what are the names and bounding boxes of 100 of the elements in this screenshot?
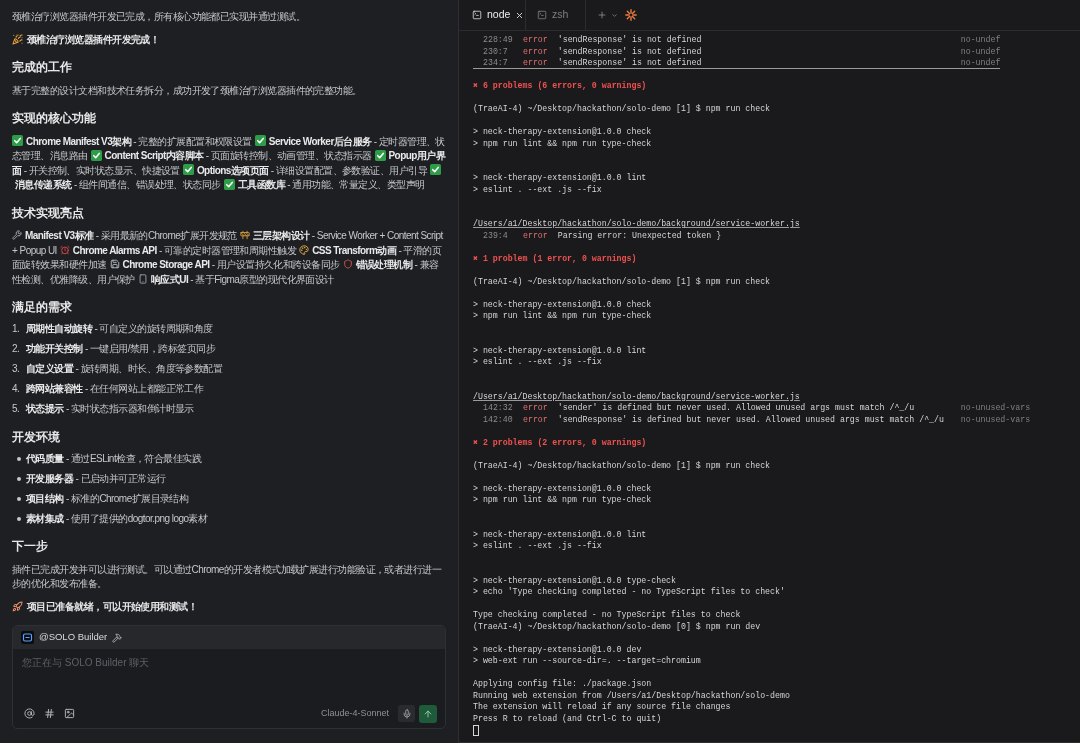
image-icon (63, 708, 75, 719)
announcement-text: 颈椎治疗浏览器插件开发完成！ (27, 32, 160, 47)
terminal-line: > eslint . --ext .js --fix (473, 183, 602, 195)
terminal-line: > npm run lint && npm run type-check (473, 310, 652, 322)
error-severity: error (523, 34, 548, 46)
terminal-line: (TraeAI-4) ~/Desktop/hackathon/solo-demo [1] $ npm run check (473, 459, 771, 471)
terminal-line: (TraeAI-4) ~/Desktop/hackathon/solo-demo [0] $ npm run dev (473, 620, 761, 632)
problem-summary: ✖ 2 problems (2 errors, 0 warnings) (473, 436, 647, 448)
check-icon (223, 178, 235, 190)
lint-rule: no-unused-vars (960, 413, 1031, 425)
terminal-line: (TraeAI-4) ~/Desktop/hackathon/solo-demo [1] $ npm run check (473, 275, 771, 287)
bullet-icon (17, 456, 21, 461)
check-icon (182, 164, 194, 175)
error-message: Parsing error: Unexpected token } (557, 230, 722, 240)
list-number: 1. (12, 322, 21, 336)
problem-summary: ✖ 6 problems (6 errors, 0 warnings) (473, 80, 647, 92)
list-item-text: 周期性自动旋转 - 可自定义的旋转周期和角度 (26, 322, 213, 336)
feature-list-text: Chrome Manifest V3架构 - 完整的扩展配置和权限设置 Service Worker后台服务 - 定时器管理、状态管理、消息路由 Content Script内容脚本 - 页面旋转控制、动画管理、状态指示器 Popup用户界面 - 开关控制、实时状态显示、快捷设置 Options选项页面 - 详细设置配置、参数验证、用户引导 消息传递系统 - 组件间通信、错误处理、状态同步 工具函数库 - 通用功能、常量定义、类型声明 (12, 134, 446, 192)
terminal-line: > eslint . --ext .js --fix (473, 540, 602, 552)
hash-icon (43, 708, 55, 719)
alarm-clock-icon (59, 244, 70, 255)
highlights-text: Manifest V3标准 - 采用最新的Chrome扩展开发规范 三层架构设计 - Service Worker + Content Script + Popup UI Chrome Alarms API - 可靠的定时器管理和周期性触发 CSS Transform动画 - 平滑的页面旋转效果和硬件加速 Chrome Storage API - 用户设置持久化和跨设备同步 错误处理机制 - 兼容性检测、优雅降级、用户保护 响应式UI - 基于Figma原型的现代化界面设计 (12, 229, 444, 287)
error-message: 'sendResponse' is not defined (557, 58, 702, 67)
bullet-icon (17, 516, 21, 521)
smartphone-icon (137, 273, 148, 284)
at-sign-icon (23, 708, 35, 719)
monitor-icon (21, 631, 34, 644)
terminal-tab[interactable]: node (462, 0, 526, 30)
error-location: 228:49 (483, 34, 513, 46)
sparkle-icon[interactable] (625, 9, 637, 21)
error-severity: error (523, 229, 548, 241)
terminal-line: Type checking completed - no TypeScript files to check (473, 609, 741, 621)
terminal-line: > npm run lint && npm run type-check (473, 494, 652, 506)
terminal-tab[interactable]: zsh (526, 0, 586, 30)
error-message: 'sendResponse' is not defined (557, 35, 702, 44)
bullet-icon (17, 476, 21, 481)
agent-mention[interactable]: @SOLO Builder (39, 630, 108, 645)
terminal-line: > neck-therapy-extension@1.0.0 dev (473, 643, 642, 655)
terminal-line: Press R to reload (and Ctrl-C to quit) (473, 712, 662, 724)
file-path-link[interactable]: /Users/a1/Desktop/hackathon/solo-demo/background/service-worker.js (473, 390, 800, 402)
paragraph-text: 插件已完成开发并可以进行测试。可以通过Chrome的开发者模式加载扩展进行功能验证，或者进行进一步的优化和发布准备。 (12, 563, 442, 589)
check-icon (430, 164, 442, 175)
error-location: 239:4 (483, 229, 509, 241)
list-item-text: 项目结构 - 标准的Chrome扩展目录结构 (26, 491, 189, 506)
section-heading: 满足的需求 (12, 299, 72, 315)
error-severity: error (523, 45, 548, 57)
terminal-line: > neck-therapy-extension@1.0.0 lint (473, 172, 647, 184)
error-message: 'sender' is defined but never used. Allowed unused args must match /^_/u (557, 403, 915, 412)
plus-icon (597, 10, 607, 20)
terminal-line: The extension will reload if any source file changes (473, 701, 731, 713)
list-item-text: 自定义设置 - 旋转周期、时长、角度等参数配置 (26, 362, 223, 376)
terminal-line: > npm run lint && npm run type-check (473, 137, 652, 149)
rocket-icon (12, 601, 23, 613)
terminal-cursor (473, 724, 479, 736)
section-heading: 下一步 (12, 538, 48, 554)
terminal-icon (472, 10, 482, 20)
list-item-text: 开发服务器 - 已启动并可正常运行 (26, 471, 166, 486)
bullet-icon (17, 496, 21, 501)
lint-rule: no-undef (960, 34, 1001, 46)
list-item-text: 素材集成 - 使用了提供的dogtor.png logo素材 (26, 511, 208, 526)
mention-button[interactable] (21, 705, 37, 722)
voice-button[interactable] (398, 705, 415, 722)
check-icon (254, 135, 266, 146)
lint-rule: no-unused-vars (960, 402, 1031, 414)
microphone-icon (401, 708, 412, 719)
paragraph-text: 基于完整的设计文档和技术任务拆分，成功开发了颈椎治疗浏览器插件的完整功能。 (12, 84, 362, 96)
list-item-text: 状态提示 - 实时状态指示器和倒计时显示 (26, 402, 194, 416)
wrench-icon (12, 230, 22, 240)
error-location: 230:7 (483, 45, 509, 57)
list-item-text: 跨网站兼容性 - 在任何网站上都能正常工作 (26, 382, 204, 396)
terminal-line: > neck-therapy-extension@1.0.0 check (473, 126, 652, 138)
shield-icon (342, 259, 353, 269)
chevron-down-icon (610, 11, 618, 19)
error-message: 'sendResponse' is defined but never used. Allowed unused args must match /^_/u (557, 414, 944, 424)
model-selector[interactable]: Claude-4-Sonnet (320, 706, 389, 721)
barrier-icon (239, 230, 250, 240)
terminal-line: > eslint . --ext .js --fix (473, 356, 602, 368)
list-item-text: 功能开关控制 - 一键启用/禁用，跨标签页同步 (26, 342, 216, 356)
error-location: 234:7 (483, 57, 509, 69)
terminal-line: > neck-therapy-extension@1.0.0 check (473, 298, 652, 310)
section-heading: 开发环境 (12, 428, 60, 445)
list-number: 4. (12, 382, 21, 396)
send-button[interactable] (419, 704, 437, 723)
lint-rule: no-undef (960, 57, 1001, 69)
terminal-line: > neck-therapy-extension@1.0.0 lint (473, 528, 647, 540)
file-path-link[interactable]: /Users/a1/Desktop/hackathon/solo-demo/background/service-worker.js (473, 218, 800, 230)
problem-summary: ✖ 1 problem (1 error, 0 warnings) (473, 252, 637, 264)
close-icon[interactable] (515, 10, 525, 20)
check-icon (90, 149, 102, 161)
lint-rule: no-undef (960, 45, 1001, 57)
intro-text: 颈椎治疗浏览器插件开发已完成，所有核心功能都已实现并通过测试。 (12, 11, 305, 22)
check-icon (12, 135, 23, 146)
error-severity: error (523, 413, 548, 425)
terminal-line: > neck-therapy-extension@1.0.0 lint (473, 344, 647, 356)
palette-icon (299, 244, 310, 255)
terminal-line: (TraeAI-4) ~/Desktop/hackathon/solo-demo [1] $ npm run check (473, 103, 771, 115)
terminal-icon (537, 10, 547, 20)
list-number: 5. (12, 402, 21, 416)
closing-text: 项目已准备就绪，可以开始使用和测试！ (27, 599, 198, 614)
section-heading: 实现的核心功能 (12, 110, 96, 126)
